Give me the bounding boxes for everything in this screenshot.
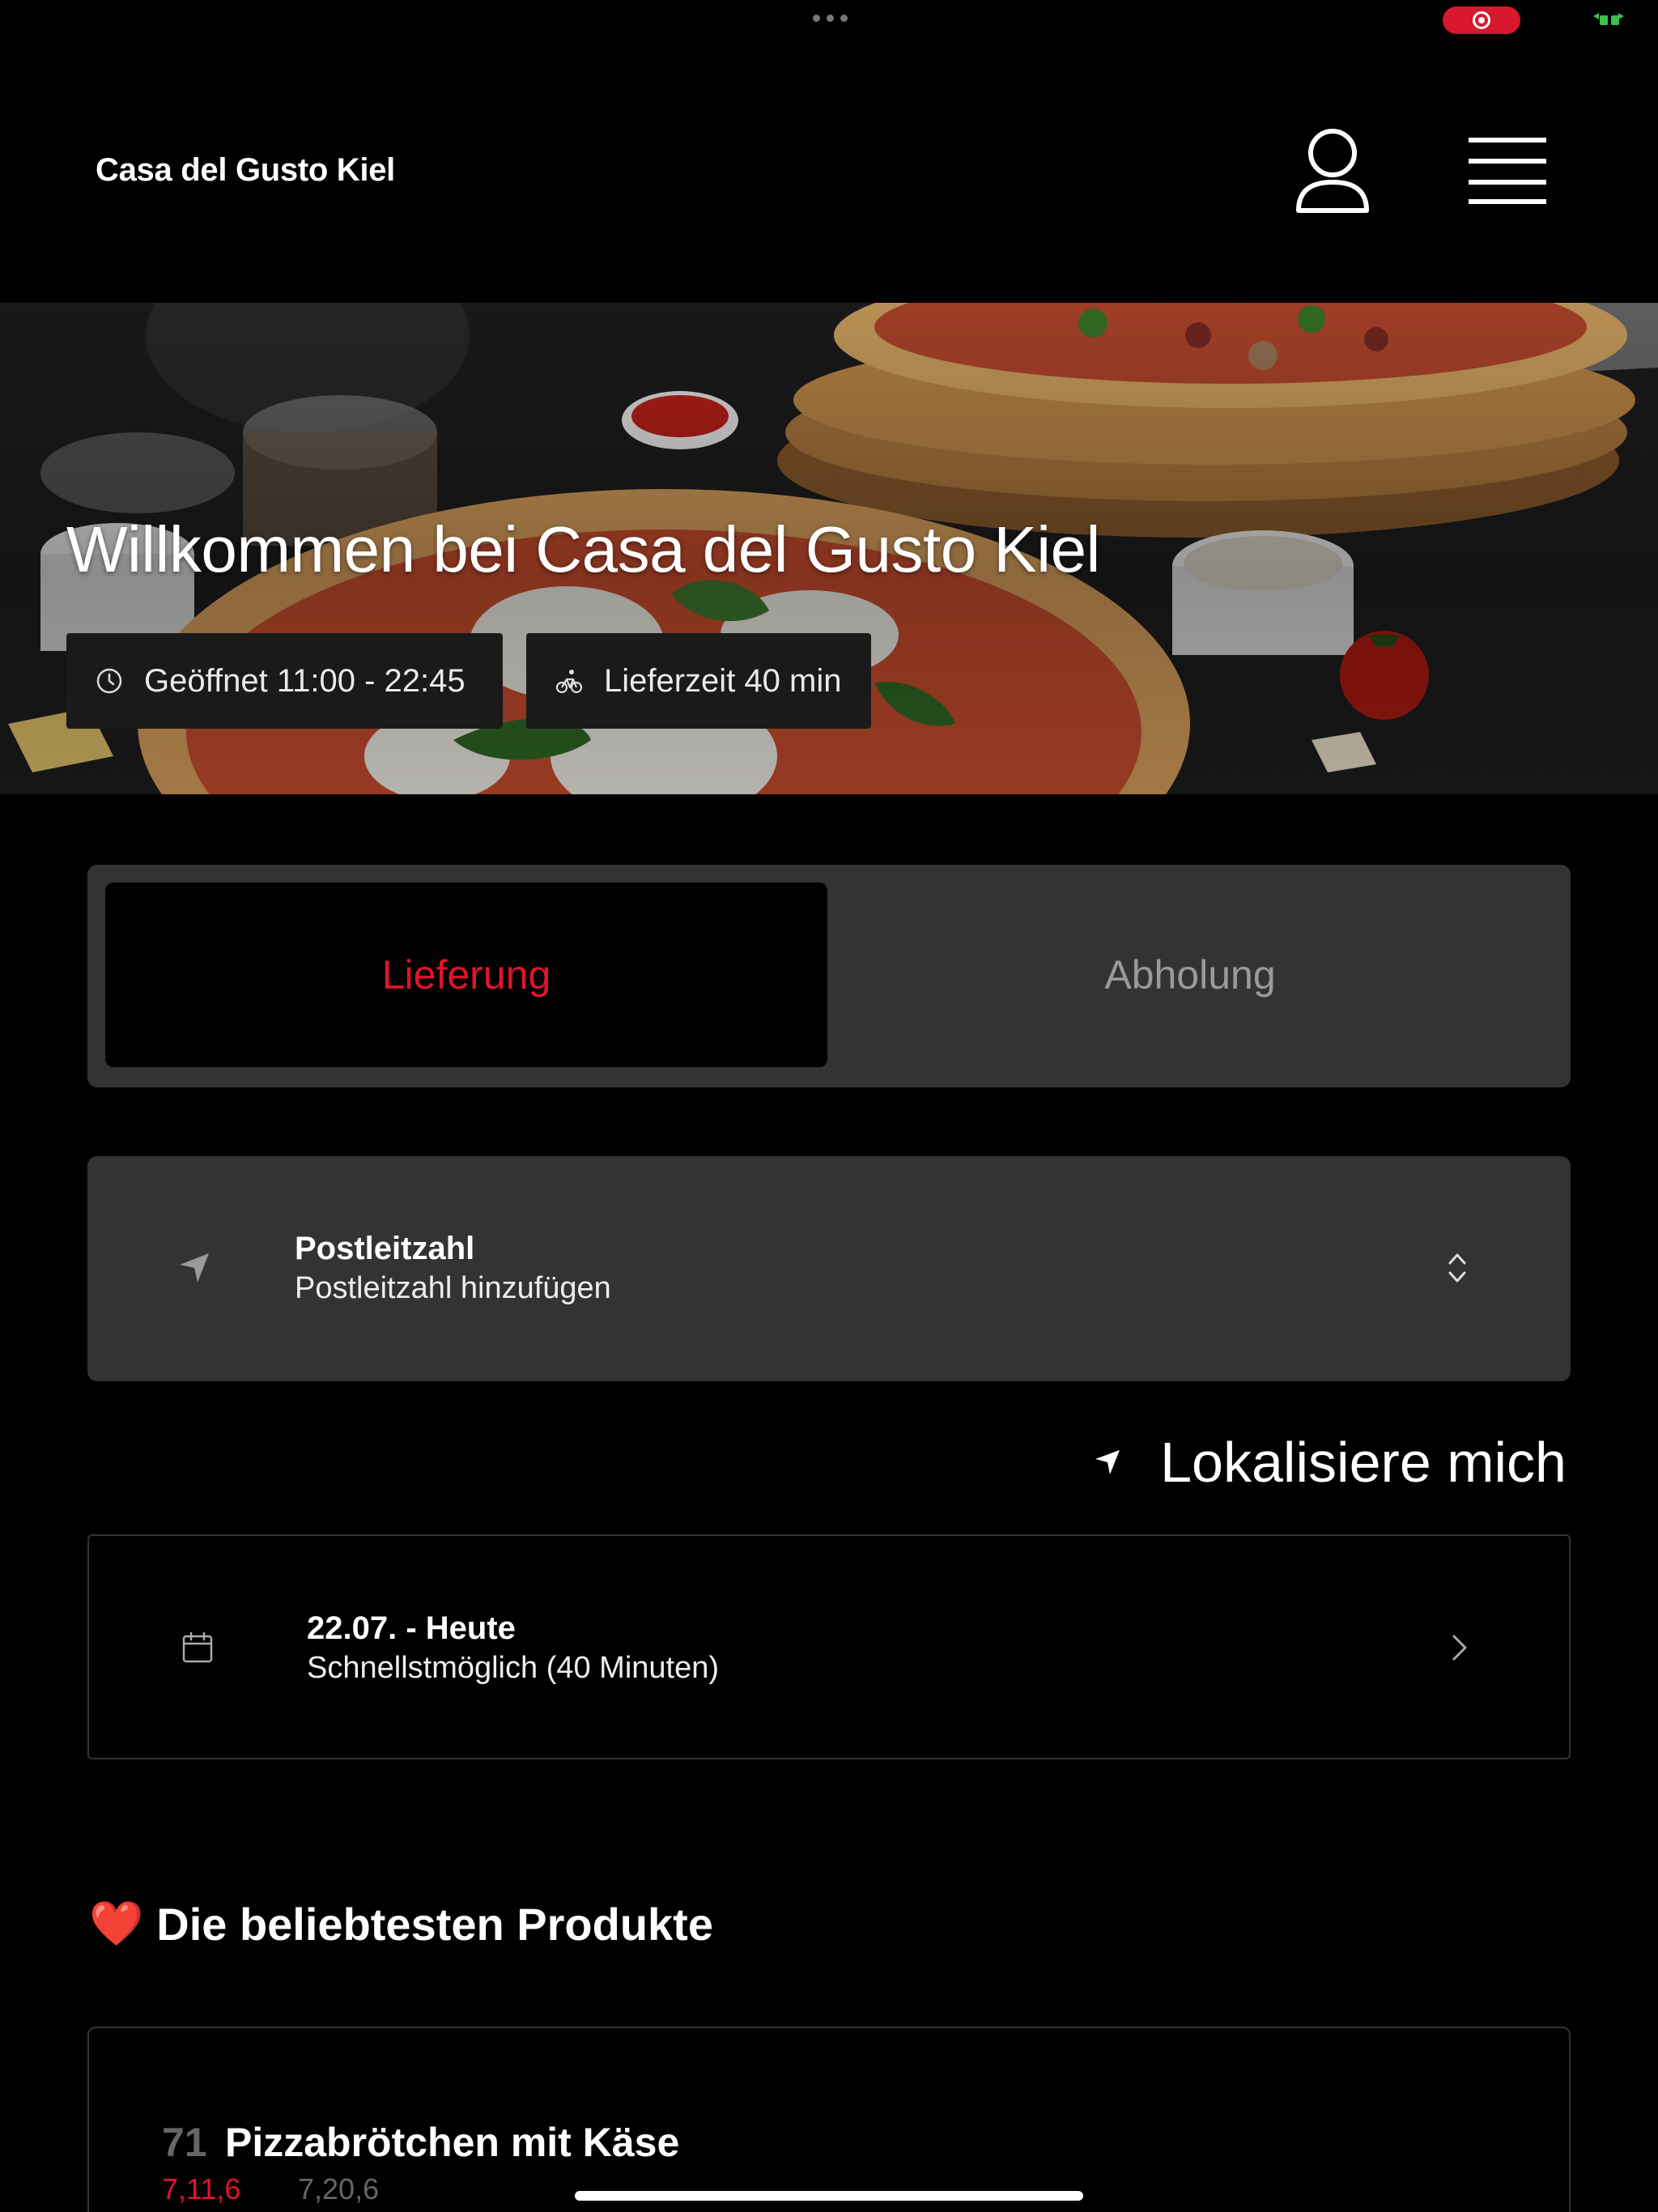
product-name: Pizzabrötchen mit Käse — [225, 2120, 680, 2165]
battery-icon — [1593, 13, 1624, 25]
hamburger-menu-icon[interactable] — [1467, 136, 1548, 206]
delivery-time-text: Lieferzeit 40 min — [604, 662, 842, 699]
tab-abholung[interactable]: Abholung — [827, 883, 1553, 1067]
product-number: 71 — [162, 2120, 207, 2165]
heart-icon: ❤️ — [89, 1899, 144, 1948]
app-title[interactable]: Casa del Gusto Kiel — [96, 152, 395, 189]
tab-lieferung[interactable]: Lieferung — [105, 883, 827, 1067]
product-card[interactable]: 71 Pizzabrötchen mit Käse 7,11,6 7,20,6 — [87, 2027, 1571, 2212]
product-additive-tags: 7,20,6 — [298, 2172, 380, 2206]
postal-code-field[interactable]: Postleitzahl Postleitzahl hinzufügen — [87, 1156, 1571, 1381]
popular-products-heading: ❤️ Die beliebtesten Produkte — [89, 1898, 713, 1950]
location-arrow-icon — [1095, 1450, 1120, 1474]
popular-products-title: Die beliebtesten Produkte — [156, 1899, 713, 1950]
user-icon[interactable] — [1294, 125, 1371, 216]
clock-icon — [96, 668, 122, 694]
screen-recording-indicator[interactable] — [1443, 6, 1520, 34]
order-mode-toggle: Lieferung Abholung — [87, 865, 1571, 1087]
multitasking-dots-icon[interactable] — [813, 15, 848, 22]
schedule-date: 22.07. - Heute — [307, 1610, 516, 1646]
opening-hours-text: Geöffnet 11:00 - 22:45 — [144, 662, 466, 699]
calendar-icon — [182, 1631, 213, 1663]
locate-me-button[interactable]: Lokalisiere mich — [1094, 1430, 1567, 1495]
hero-title: Willkommen bei Casa del Gusto Kiel — [66, 513, 1100, 585]
home-indicator[interactable] — [575, 2191, 1083, 2201]
locate-me-label: Lokalisiere mich — [1160, 1431, 1567, 1494]
delivery-time-badge: Lieferzeit 40 min — [526, 633, 871, 729]
chevron-up-down-icon[interactable] — [1448, 1252, 1467, 1284]
postal-code-placeholder: Postleitzahl hinzufügen — [295, 1271, 611, 1305]
product-allergen-tags: 7,11,6 — [162, 2172, 241, 2206]
schedule-time: Schnellstmöglich (40 Minuten) — [307, 1651, 720, 1685]
chevron-right-icon — [1452, 1635, 1467, 1661]
location-arrow-icon — [180, 1253, 209, 1283]
opening-hours-badge: Geöffnet 11:00 - 22:45 — [66, 633, 503, 729]
record-icon — [1473, 11, 1490, 29]
bicycle-icon — [555, 670, 583, 694]
postal-code-label: Postleitzahl — [295, 1231, 475, 1266]
delivery-schedule-row[interactable]: 22.07. - Heute Schnellstmöglich (40 Minu… — [87, 1534, 1571, 1759]
